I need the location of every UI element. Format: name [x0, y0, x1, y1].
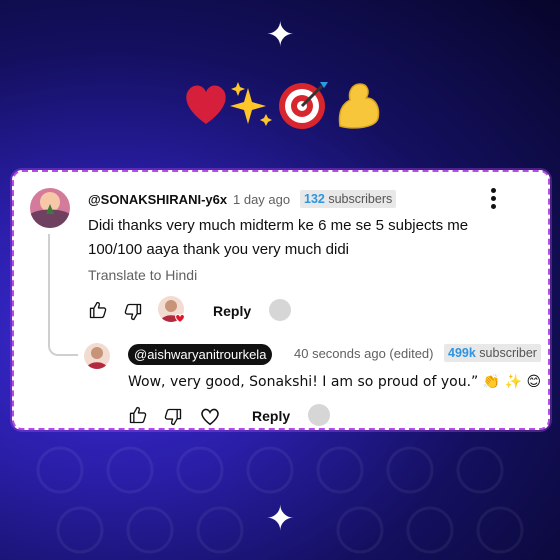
dislike-icon[interactable] — [123, 302, 143, 322]
comment-card: @SONAKSHIRANI-y6x 1 day ago 132 subscrib… — [12, 170, 550, 430]
heart-outline-icon[interactable] — [199, 405, 221, 427]
reply-button[interactable]: Reply — [252, 408, 290, 424]
sparkle-icon: ✦ — [266, 499, 295, 539]
subscriber-badge: 132 subscribers — [300, 190, 397, 208]
reply-text: Wow, very good, Sonakshi! I am so proud … — [128, 374, 542, 390]
more-replies-icon[interactable] — [269, 299, 291, 321]
header-emoji-row — [186, 82, 380, 129]
more-replies-icon[interactable] — [308, 404, 330, 426]
commenter-handle[interactable]: @SONAKSHIRANI-y6x — [88, 192, 227, 207]
subscriber-count: 499k — [448, 346, 476, 360]
subscriber-label: subscriber — [479, 346, 537, 360]
thread-connector — [48, 234, 78, 356]
dislike-icon[interactable] — [163, 407, 183, 427]
translate-link[interactable]: Translate to Hindi — [88, 267, 197, 283]
heart-icon — [186, 85, 226, 124]
like-icon[interactable] — [128, 405, 148, 425]
sparkle-icon: ✦ — [266, 15, 295, 55]
comment-timestamp[interactable]: 1 day ago — [233, 192, 290, 207]
subscriber-badge: 499k subscriber — [444, 344, 541, 362]
flexed-biceps-icon — [338, 83, 380, 129]
reply-button[interactable]: Reply — [213, 303, 251, 319]
subscriber-count: 132 — [304, 192, 325, 206]
comment-text-line: Didi thanks very much midterm ke 6 me se… — [88, 217, 469, 234]
commenter-avatar[interactable] — [30, 188, 70, 228]
target-icon — [279, 82, 328, 129]
heart-icon — [175, 313, 185, 324]
like-icon[interactable] — [88, 300, 108, 320]
more-options-icon[interactable] — [491, 188, 497, 212]
creator-handle[interactable]: @aishwaryanitrourkela — [128, 344, 273, 365]
reply-timestamp[interactable]: 40 seconds ago (edited) — [294, 346, 433, 361]
comment-text-line: 100/100 aaya thank you very much didi — [88, 241, 349, 258]
sparkles-icon — [230, 82, 272, 126]
subscriber-label: subscribers — [328, 192, 393, 206]
replier-avatar[interactable] — [84, 343, 110, 369]
